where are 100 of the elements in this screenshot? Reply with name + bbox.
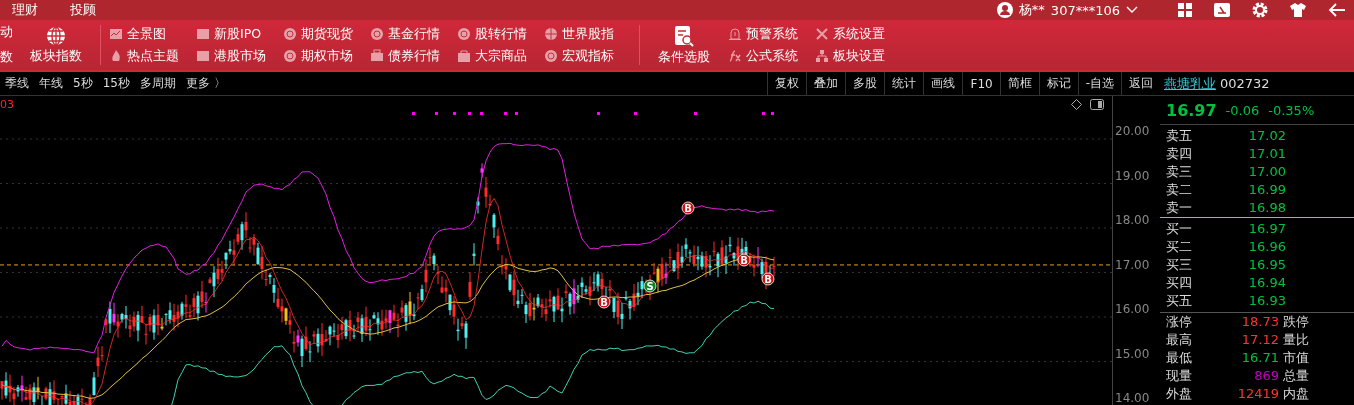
chart-tool-button[interactable]: 叠加 <box>806 72 846 95</box>
toolbar-item[interactable]: 数 <box>0 49 20 66</box>
diamond-icon[interactable] <box>1071 99 1082 110</box>
buy-signal: B <box>597 295 611 309</box>
axis-label: 17.00 <box>1115 257 1150 272</box>
axis-label: 20.00 <box>1115 124 1150 138</box>
coin-icon <box>283 27 297 41</box>
period-tab[interactable]: 多周期 <box>134 75 181 92</box>
stat-label: 量比 <box>1282 331 1310 349</box>
chart-tool-button[interactable]: 返回 <box>1121 72 1160 95</box>
menu-item[interactable]: 理财 <box>12 1 38 19</box>
account-id[interactable]: 307***106 <box>1050 2 1120 18</box>
ask-label: 卖二 <box>1166 181 1193 199</box>
bid-price: 16.96 <box>1247 238 1286 256</box>
back-arrow-icon[interactable] <box>1328 3 1346 17</box>
period-tab[interactable]: 更多 〉 <box>180 75 231 92</box>
bid-label: 买一 <box>1166 220 1193 238</box>
chart-tool-button[interactable]: 复权 <box>767 72 807 95</box>
percent-change: -0.35% <box>1268 102 1315 118</box>
ask-label: 卖三 <box>1166 163 1193 181</box>
sector-index-button[interactable]: 板块指数 <box>20 25 92 65</box>
stock-name[interactable]: 燕塘乳业 <box>1164 74 1216 93</box>
stock-picker-button[interactable]: 条件选股 <box>648 24 720 66</box>
hierarchy-icon <box>815 49 829 63</box>
flame-icon <box>109 49 123 63</box>
stat-label: 最低 <box>1166 349 1193 367</box>
period-tab[interactable]: 年线 <box>34 75 68 92</box>
tools-icon <box>815 27 829 41</box>
grid-icon[interactable] <box>1178 3 1192 17</box>
toolbar-item[interactable]: 股转行情 <box>457 23 544 45</box>
coin-icon <box>544 49 558 63</box>
coin-icon <box>370 27 384 41</box>
toolbar-item[interactable]: 债券行情 <box>370 45 457 67</box>
toolbar-item[interactable]: 港股市场 <box>196 45 283 67</box>
period-tab[interactable]: 15秒 <box>97 75 135 92</box>
chart-icon <box>109 27 123 41</box>
toolbar-item[interactable]: 新股IPO <box>196 23 283 45</box>
chart-tool-button[interactable]: 画线 <box>923 72 963 95</box>
chart-tool-button[interactable]: 标记 <box>1038 72 1078 95</box>
chart-tool-button[interactable]: F10 <box>962 72 1000 95</box>
ask-price: 17.01 <box>1247 145 1286 163</box>
toolbar-item[interactable]: 宏观指标 <box>544 45 631 67</box>
period-tab[interactable]: 5秒 <box>68 75 98 92</box>
stat-value: 869 <box>1253 367 1279 385</box>
document-search-icon <box>674 24 694 47</box>
document-icon[interactable] <box>1214 2 1230 18</box>
indicator-value: 03 <box>0 98 14 111</box>
globe-icon <box>544 27 558 41</box>
coin-icon <box>457 27 471 41</box>
toolbar-item[interactable]: 大宗商品 <box>457 45 544 67</box>
stat-label: 内盘 <box>1282 385 1310 403</box>
current-price: 16.97 <box>1166 100 1217 120</box>
toolbar-item[interactable]: 动 <box>0 24 20 41</box>
ask-label: 卖五 <box>1166 127 1193 145</box>
stat-value: 12419 <box>1236 385 1279 403</box>
chart-tool-button[interactable]: 简框 <box>999 72 1039 95</box>
ask-label: 卖四 <box>1166 145 1193 163</box>
axis-label: 14.00 <box>1115 391 1150 405</box>
stat-label: 现量 <box>1166 367 1193 385</box>
buy-signal: B <box>737 253 751 267</box>
toolbar-item[interactable]: 公式系统 <box>728 45 815 67</box>
toolbar-item[interactable]: 基金行情 <box>370 23 457 45</box>
bell-icon <box>728 27 742 41</box>
menu-item[interactable]: 投顾 <box>70 1 96 19</box>
sell-signal: S <box>643 279 657 293</box>
bid-label: 买五 <box>1166 292 1193 310</box>
bid-label: 买二 <box>1166 238 1193 256</box>
ask-price: 16.99 <box>1247 181 1286 199</box>
toolbar-item[interactable]: 全景图 <box>109 23 196 45</box>
period-tab[interactable]: 季线 <box>0 75 34 92</box>
chart-tool-button[interactable]: -自选 <box>1077 72 1121 95</box>
axis-label: 16.00 <box>1115 302 1150 316</box>
toolbar-item[interactable]: 预警系统 <box>728 23 815 45</box>
axis-label: 19.00 <box>1115 168 1150 183</box>
toolbar-item[interactable]: 系统设置 <box>815 23 902 45</box>
chevron-down-icon[interactable] <box>1126 6 1138 14</box>
bid-label: 买三 <box>1166 256 1193 274</box>
stat-value: 17.12 <box>1240 331 1279 349</box>
bid-price: 16.95 <box>1247 256 1286 274</box>
user-name[interactable]: 杨** <box>1018 1 1045 19</box>
bid-price: 16.93 <box>1247 292 1286 310</box>
bid-price: 16.97 <box>1247 220 1286 238</box>
shirt-icon[interactable] <box>1290 2 1306 18</box>
ask-price: 17.00 <box>1247 163 1286 181</box>
ask-label: 卖一 <box>1166 199 1193 217</box>
panel-toggle-icon[interactable] <box>1090 99 1104 110</box>
ask-price: 16.98 <box>1247 199 1286 217</box>
stat-value: 16.71 <box>1240 349 1279 367</box>
chart-tool-button[interactable]: 多股 <box>845 72 885 95</box>
chart-tool-button[interactable]: 统计 <box>884 72 924 95</box>
toolbar-item[interactable]: 世界股指 <box>544 23 631 45</box>
bid-price: 16.94 <box>1247 274 1286 292</box>
toolbar-item[interactable]: 热点主题 <box>109 45 196 67</box>
settings-icon[interactable] <box>1252 2 1268 18</box>
bid-label: 买四 <box>1166 274 1193 292</box>
toolbar-item[interactable]: 期货现货 <box>283 23 370 45</box>
toolbar-item[interactable]: 期权市场 <box>283 45 370 67</box>
stat-label: 最高 <box>1166 331 1193 349</box>
toolbar-item[interactable]: 板块设置 <box>815 45 902 67</box>
stat-value: 18.73 <box>1240 313 1279 331</box>
